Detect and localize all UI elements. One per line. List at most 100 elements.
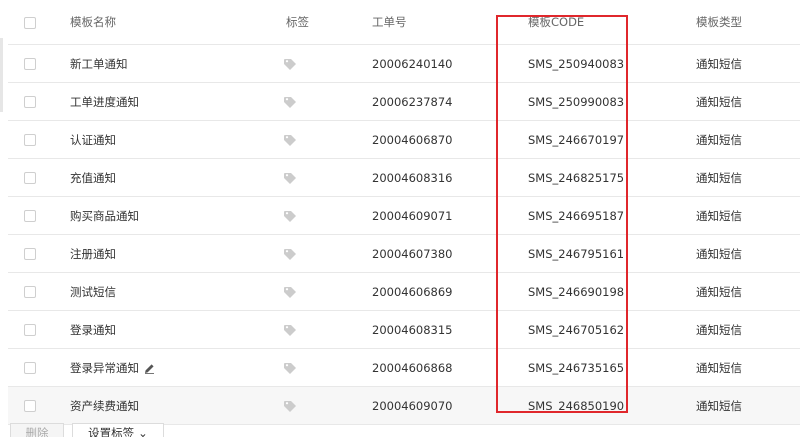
row-select-cell xyxy=(8,386,56,425)
row-select-cell xyxy=(8,310,56,349)
template-type: 通知短信 xyxy=(684,272,800,311)
template-code: SMS_250990083 xyxy=(514,82,684,121)
template-code: SMS_246695187 xyxy=(514,196,684,235)
table-row: 测试短信 20004606869 SMS_246690198 通知短信 xyxy=(8,272,800,311)
tag-cell xyxy=(278,234,364,273)
template-name: 工单进度通知 xyxy=(70,94,139,109)
tag-icon[interactable] xyxy=(284,362,297,374)
column-header-type: 模板类型 xyxy=(684,0,800,45)
table-row: 登录异常通知 20004606868 SMS_246735165 通知短信 xyxy=(8,348,800,387)
tag-icon[interactable] xyxy=(284,134,297,146)
row-checkbox[interactable] xyxy=(24,286,36,298)
table-header-row: 模板名称 标签 工单号 模板CODE 模板类型 xyxy=(8,0,800,45)
template-code: SMS_246825175 xyxy=(514,158,684,197)
template-name: 认证通知 xyxy=(70,132,116,147)
tag-icon[interactable] xyxy=(284,400,297,412)
row-checkbox[interactable] xyxy=(24,134,36,146)
ticket-number: 20004606869 xyxy=(364,272,514,311)
tag-icon[interactable] xyxy=(284,172,297,184)
template-type: 通知短信 xyxy=(684,386,800,425)
ticket-number: 20006240140 xyxy=(364,44,514,83)
template-code: SMS_246795161 xyxy=(514,234,684,273)
template-name-cell: 登录异常通知 xyxy=(56,348,278,387)
template-name: 登录异常通知 xyxy=(70,360,139,375)
tag-cell xyxy=(278,196,364,235)
template-name: 测试短信 xyxy=(70,284,116,299)
column-header-name: 模板名称 xyxy=(56,0,278,45)
tag-icon[interactable] xyxy=(284,324,297,336)
template-name-cell: 购买商品通知 xyxy=(56,196,278,235)
tag-icon[interactable] xyxy=(284,96,297,108)
template-type: 通知短信 xyxy=(684,234,800,273)
template-type: 通知短信 xyxy=(684,348,800,387)
template-table: 模板名称 标签 工单号 模板CODE 模板类型 新工单通知 20006240140… xyxy=(8,0,800,425)
table-row: 注册通知 20004607380 SMS_246795161 通知短信 xyxy=(8,234,800,273)
table-row: 新工单通知 20006240140 SMS_250940083 通知短信 xyxy=(8,44,800,83)
tag-icon[interactable] xyxy=(284,286,297,298)
row-checkbox[interactable] xyxy=(24,362,36,374)
template-name-cell: 新工单通知 xyxy=(56,44,278,83)
template-name-cell: 资产续费通知 xyxy=(56,386,278,425)
template-type: 通知短信 xyxy=(684,310,800,349)
template-name-cell: 工单进度通知 xyxy=(56,82,278,121)
template-code: SMS_250940083 xyxy=(514,44,684,83)
template-code: SMS_246850190 xyxy=(514,386,684,425)
tag-icon[interactable] xyxy=(284,248,297,260)
template-code: SMS_246735165 xyxy=(514,348,684,387)
ticket-number: 20004609070 xyxy=(364,386,514,425)
template-name: 新工单通知 xyxy=(70,56,128,71)
tag-cell xyxy=(278,272,364,311)
template-name: 购买商品通知 xyxy=(70,208,139,223)
template-name-cell: 认证通知 xyxy=(56,120,278,159)
row-checkbox[interactable] xyxy=(24,172,36,184)
template-name: 充值通知 xyxy=(70,170,116,185)
template-name: 资产续费通知 xyxy=(70,398,139,413)
template-code: SMS_246705162 xyxy=(514,310,684,349)
delete-button[interactable]: 删除 xyxy=(10,423,64,437)
tag-cell xyxy=(278,82,364,121)
column-header-tag: 标签 xyxy=(278,0,364,45)
ticket-number: 20004606870 xyxy=(364,120,514,159)
row-checkbox[interactable] xyxy=(24,248,36,260)
ticket-number: 20004607380 xyxy=(364,234,514,273)
left-scroll-indicator xyxy=(0,38,3,112)
row-checkbox[interactable] xyxy=(24,210,36,222)
ticket-number: 20004609071 xyxy=(364,196,514,235)
row-select-cell xyxy=(8,196,56,235)
row-checkbox[interactable] xyxy=(24,96,36,108)
row-checkbox[interactable] xyxy=(24,324,36,336)
edit-icon[interactable] xyxy=(144,363,155,374)
table-body: 新工单通知 20006240140 SMS_250940083 通知短信 工单进度通知 2… xyxy=(8,44,800,425)
ticket-number: 20004608316 xyxy=(364,158,514,197)
row-select-cell xyxy=(8,82,56,121)
tag-cell xyxy=(278,348,364,387)
set-tag-label: 设置标签 xyxy=(88,428,135,437)
set-tag-button[interactable]: 设置标签 ⌄ xyxy=(72,423,164,437)
table-row: 购买商品通知 20004609071 SMS_246695187 通知短信 xyxy=(8,196,800,235)
row-select-cell xyxy=(8,272,56,311)
row-checkbox[interactable] xyxy=(24,400,36,412)
template-name-cell: 登录通知 xyxy=(56,310,278,349)
chevron-down-icon: ⌄ xyxy=(138,428,148,437)
select-all-checkbox[interactable] xyxy=(24,16,36,29)
tag-cell xyxy=(278,120,364,159)
tag-cell xyxy=(278,310,364,349)
row-select-cell xyxy=(8,234,56,273)
column-header-ticket: 工单号 xyxy=(364,0,514,45)
table-row: 认证通知 20004606870 SMS_246670197 通知短信 xyxy=(8,120,800,159)
template-type: 通知短信 xyxy=(684,158,800,197)
template-list-view: 模板名称 标签 工单号 模板CODE 模板类型 新工单通知 20006240140… xyxy=(0,0,800,437)
template-code: SMS_246670197 xyxy=(514,120,684,159)
table-row: 工单进度通知 20006237874 SMS_250990083 通知短信 xyxy=(8,82,800,121)
template-type: 通知短信 xyxy=(684,44,800,83)
row-select-cell xyxy=(8,44,56,83)
tag-icon[interactable] xyxy=(284,58,297,70)
tag-icon[interactable] xyxy=(284,210,297,222)
template-name: 登录通知 xyxy=(70,322,116,337)
ticket-number: 20004608315 xyxy=(364,310,514,349)
ticket-number: 20004606868 xyxy=(364,348,514,387)
tag-cell xyxy=(278,386,364,425)
row-checkbox[interactable] xyxy=(24,58,36,70)
table-footer: 删除 设置标签 ⌄ xyxy=(8,423,800,437)
tag-cell xyxy=(278,44,364,83)
